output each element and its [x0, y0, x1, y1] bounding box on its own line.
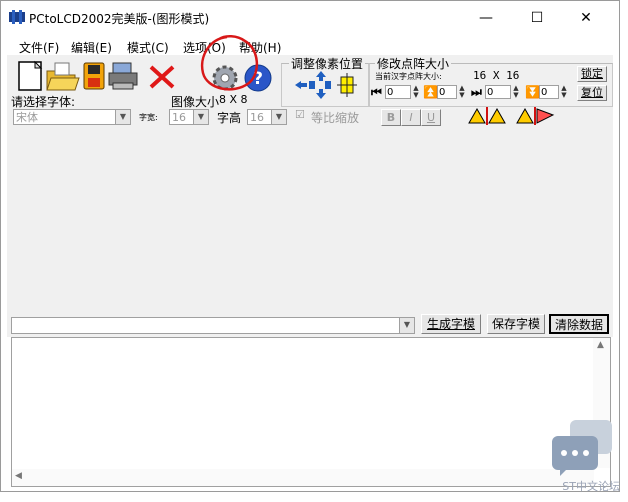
spin-left-stepper[interactable]: ▲ ▼ [411, 85, 421, 99]
flip-horizontal-icon[interactable] [467, 107, 507, 125]
spin-top-stepper[interactable]: ▲ ▼ [457, 85, 467, 99]
title-bar: PCtoLCD2002完美版-(图形模式) — ☐ ✕ [1, 1, 619, 33]
font-select-value: 宋体 [16, 111, 38, 124]
bottom-arrow-icon: ⏬ [525, 85, 540, 99]
char-height-label: 字高 [217, 111, 242, 125]
chat-bubble-icon [552, 420, 612, 476]
generate-font-button[interactable]: 生成字模 [421, 314, 481, 334]
scroll-up-icon[interactable]: ▲ [597, 340, 604, 350]
horizontal-scrollbar[interactable]: ◀ [12, 469, 594, 486]
spin-bottom[interactable]: 0 [539, 85, 559, 99]
output-select[interactable]: ▼ [11, 317, 415, 334]
close-button[interactable]: ✕ [571, 7, 601, 29]
image-size-label: 图像大小 [171, 95, 220, 109]
current-dot-size-label: 当前汉字点阵大小: [375, 72, 442, 81]
spin-right-stepper[interactable]: ▲ ▼ [511, 85, 521, 99]
current-dot-size-value: 16 X 16 [473, 69, 520, 82]
print-icon[interactable] [107, 61, 147, 91]
save-font-button[interactable]: 保存字模 [487, 314, 545, 334]
char-width-label: 字宽: [139, 113, 158, 122]
minimize-button[interactable]: — [471, 7, 501, 29]
char-height-select[interactable]: 16 ▼ [247, 109, 287, 125]
left-arrow-icon: ⏮ [371, 85, 382, 99]
output-textarea[interactable]: ▲ ◀ [11, 337, 611, 487]
top-arrow-icon: ⏫ [423, 85, 438, 99]
char-width-select[interactable]: 16 ▼ [169, 109, 209, 125]
chevron-down-icon: ▼ [271, 110, 286, 124]
font-label: 请选择字体: [11, 95, 76, 109]
new-file-icon[interactable] [13, 59, 47, 93]
char-height-value: 16 [250, 111, 264, 124]
menu-file[interactable]: 文件(F) [19, 39, 59, 56]
image-size-value: 8 X 8 [219, 93, 248, 106]
menu-edit[interactable]: 编辑(E) [71, 39, 112, 56]
chevron-down-icon: ▼ [115, 110, 130, 124]
right-arrow-icon: ⏭ [471, 85, 482, 99]
underline-button[interactable]: U [421, 109, 441, 126]
maximize-button[interactable]: ☐ [522, 7, 552, 29]
annotation-circle [200, 35, 258, 91]
reset-button[interactable]: 复位 [577, 85, 607, 101]
spin-top[interactable]: 0 [437, 85, 457, 99]
scroll-left-icon[interactable]: ◀ [15, 471, 22, 481]
pixel-arrows-icon[interactable] [291, 69, 361, 101]
bold-button[interactable]: B [381, 109, 401, 126]
clear-data-button[interactable]: 清除数据 [549, 314, 609, 334]
app-window: PCtoLCD2002完美版-(图形模式) — ☐ ✕ 文件(F) 编辑(E) … [0, 0, 620, 492]
delete-x-icon[interactable] [147, 63, 177, 91]
chevron-down-icon: ▼ [193, 110, 208, 124]
menu-mode[interactable]: 模式(C) [127, 39, 169, 56]
font-select[interactable]: 宋体 ▼ [13, 109, 131, 125]
char-width-value: 16 [172, 111, 186, 124]
save-icon[interactable] [81, 61, 109, 91]
canvas-area[interactable] [7, 127, 613, 311]
spin-left[interactable]: 0 [385, 85, 411, 99]
dot-size-title: 修改点阵大小 [375, 55, 452, 72]
chevron-down-icon: ▼ [399, 318, 414, 333]
app-logo-icon [9, 10, 25, 24]
spin-right[interactable]: 0 [485, 85, 511, 99]
proportional-label: 等比缩放 [311, 111, 360, 125]
window-title: PCtoLCD2002完美版-(图形模式) [29, 12, 210, 26]
flip-vertical-icon[interactable] [515, 107, 555, 125]
spin-bottom-stepper[interactable]: ▲ ▼ [559, 85, 569, 99]
watermark-text: ST中文论坛 [562, 480, 620, 493]
proportional-checkbox[interactable]: ☑ [295, 108, 305, 121]
lock-button[interactable]: 锁定 [577, 66, 607, 82]
open-folder-icon[interactable] [45, 59, 81, 93]
italic-button[interactable]: I [401, 109, 421, 126]
